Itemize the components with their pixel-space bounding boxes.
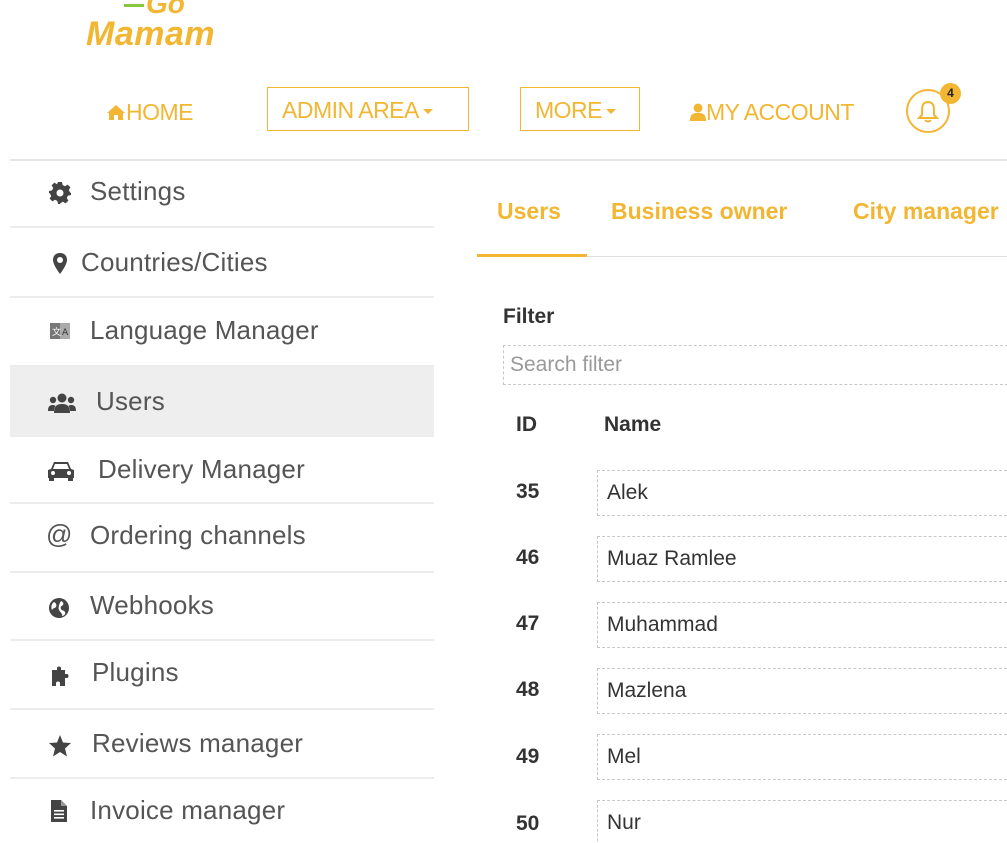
row-id: 47 xyxy=(516,612,540,635)
sidebar-item-ordering-channels[interactable]: @ Ordering channels xyxy=(10,504,434,573)
map-marker-icon xyxy=(53,253,67,274)
active-tab-indicator xyxy=(477,254,587,257)
logo-main: Mamam xyxy=(86,15,216,53)
puzzle-icon xyxy=(52,666,69,686)
row-id: 46 xyxy=(516,546,540,569)
row-name-field[interactable]: Nur xyxy=(597,800,1007,843)
gear-icon xyxy=(49,182,71,204)
row-name-field[interactable]: Muaz Ramlee xyxy=(597,536,1007,582)
tab-users[interactable]: Users xyxy=(497,198,561,225)
sidebar-item-users[interactable]: Users xyxy=(10,367,434,437)
nav-my-account-label: MY ACCOUNT xyxy=(706,99,854,125)
row-id: 35 xyxy=(516,480,540,503)
row-name-field[interactable]: Mazlena xyxy=(597,668,1007,714)
sidebar-item-label: Plugins xyxy=(92,657,179,687)
user-icon xyxy=(690,103,706,121)
users-icon xyxy=(48,393,76,413)
row-name-field[interactable]: Mel xyxy=(597,734,1007,780)
sidebar-item-delivery-manager[interactable]: Delivery Manager xyxy=(10,437,434,504)
sidebar-item-reviews-manager[interactable]: Reviews manager xyxy=(10,710,434,779)
globe-icon xyxy=(49,598,69,618)
sidebar-item-label: Settings xyxy=(90,176,186,206)
tab-city-manager[interactable]: City manager xyxy=(853,198,999,225)
notification-badge: 4 xyxy=(940,83,961,104)
sidebar: Settings Countries/Cities 文 A Language M… xyxy=(10,161,434,843)
nav-more-label: MORE xyxy=(535,97,603,123)
sidebar-item-invoice-manager[interactable]: Invoice manager xyxy=(10,779,434,843)
nav-home[interactable]: HOME xyxy=(106,95,194,129)
star-icon xyxy=(49,735,71,757)
row-id: 49 xyxy=(516,745,540,768)
bell-icon xyxy=(917,100,939,123)
at-icon: @ xyxy=(46,519,73,549)
svg-text:文: 文 xyxy=(52,326,61,338)
sidebar-item-countries-cities[interactable]: Countries/Cities xyxy=(10,228,434,298)
sidebar-item-plugins[interactable]: Plugins xyxy=(10,641,434,710)
nav-admin-area[interactable]: ADMIN AREA xyxy=(267,87,469,131)
nav-home-label: HOME xyxy=(126,99,194,125)
chevron-down-icon xyxy=(606,109,616,115)
sidebar-item-label: Delivery Manager xyxy=(98,454,305,484)
row-id: 50 xyxy=(516,812,540,835)
row-name-field[interactable]: Alek xyxy=(597,470,1007,516)
search-filter-input[interactable] xyxy=(503,345,1007,385)
sidebar-item-webhooks[interactable]: Webhooks xyxy=(10,573,434,641)
row-name-field[interactable]: Muhammad xyxy=(597,602,1007,648)
row-id: 48 xyxy=(516,678,540,701)
sidebar-item-label: Language Manager xyxy=(90,315,319,345)
nav-my-account[interactable]: MY ACCOUNT xyxy=(690,95,854,129)
svg-text:A: A xyxy=(62,328,69,338)
car-icon xyxy=(48,462,74,481)
sidebar-item-settings[interactable]: Settings xyxy=(10,161,434,228)
sidebar-item-label: Invoice manager xyxy=(90,795,286,825)
nav-admin-area-label: ADMIN AREA xyxy=(282,97,419,123)
language-icon: 文 A xyxy=(50,323,70,339)
file-icon xyxy=(51,800,67,822)
column-header-name: Name xyxy=(604,413,662,436)
logo[interactable]: Go Mamam xyxy=(86,0,246,60)
sidebar-item-label: Ordering channels xyxy=(90,520,306,550)
sidebar-item-label: Countries/Cities xyxy=(81,247,268,277)
sidebar-item-language-manager[interactable]: 文 A Language Manager xyxy=(10,298,434,367)
home-icon xyxy=(107,105,125,120)
column-header-id: ID xyxy=(516,413,537,436)
sidebar-item-label: Webhooks xyxy=(90,590,214,620)
page: Go Mamam HOME ADMIN AREA MORE MY ACCOUNT… xyxy=(0,0,1007,843)
filter-label: Filter xyxy=(503,305,555,328)
sidebar-item-label: Users xyxy=(96,386,165,416)
nav-more[interactable]: MORE xyxy=(520,87,640,131)
tab-business-owner[interactable]: Business owner xyxy=(611,198,787,225)
sidebar-item-label: Reviews manager xyxy=(92,728,304,758)
chevron-down-icon xyxy=(422,109,433,115)
